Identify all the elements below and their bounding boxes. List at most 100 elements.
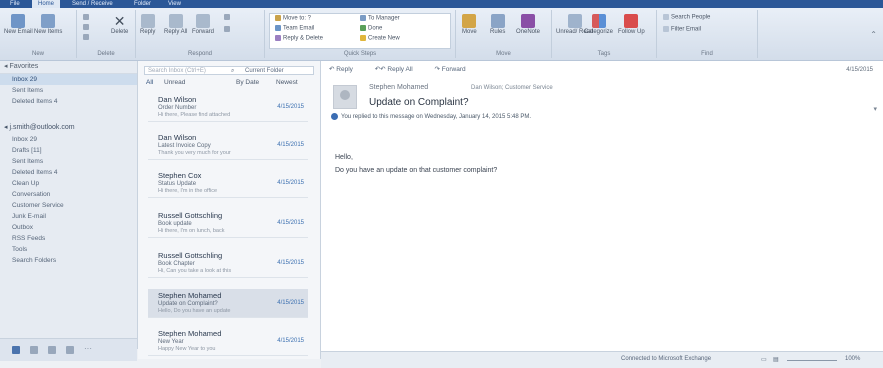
reply-info-bar[interactable]: You replied to this message on Wednesday… [331, 113, 881, 122]
zoom-slider[interactable] [787, 360, 837, 361]
reading-view-icon[interactable]: ▤ [773, 356, 779, 363]
search-placeholder: Search Inbox (Ctrl+E) [148, 68, 206, 74]
zoom-level[interactable]: 100% [845, 356, 860, 362]
inline-reply-button[interactable]: ↶ Reply [329, 66, 363, 73]
message-item[interactable]: Dan Wilson Latest Invoice Copy Thank you… [148, 131, 308, 160]
message-sender: Stephen Mohamed [158, 329, 222, 338]
inline-forward-button[interactable]: ↷ Forward [435, 66, 476, 73]
message-item[interactable]: Dan Wilson Order Number Hi there, Please… [148, 93, 308, 122]
message-preview: Hello, Do you have an update [158, 308, 231, 314]
mail-icon[interactable] [12, 346, 20, 354]
reply-all-button[interactable]: Reply All [164, 14, 187, 35]
ribbon-tab-bar: File Home Send / Receive Folder View [0, 0, 883, 8]
favorite-inbox[interactable]: Inbox 29 [0, 74, 137, 85]
folder-drafts[interactable]: Drafts [11] [0, 145, 137, 156]
ribbon-group-new: New Email New Items New [0, 10, 77, 58]
folder-customer-service[interactable]: Customer Service [0, 200, 137, 211]
message-to[interactable]: Dan Wilson; Customer Service [471, 85, 553, 91]
envelope-icon [567, 14, 582, 28]
folder-inbox[interactable]: Inbox 29 [0, 134, 137, 145]
favorites-header[interactable]: ◂ Favorites [0, 61, 137, 74]
message-body-greeting: Hello, [335, 154, 353, 161]
collapse-ribbon-icon[interactable]: ⌃ [870, 30, 877, 39]
sort-by-dropdown[interactable]: By Date [236, 79, 259, 86]
categorize-button[interactable]: Categorize [584, 14, 613, 35]
more-respond-button[interactable] [224, 26, 232, 33]
message-item[interactable]: Russell Gottschling Book Chapter Hi, Can… [148, 249, 308, 278]
message-subject: Order Number [158, 105, 197, 111]
message-preview: Hi, Can you take a look at this [158, 268, 232, 274]
tab-view[interactable]: View [162, 0, 187, 8]
inline-reply-all-button[interactable]: ↶↶ Reply All [375, 66, 423, 73]
search-input[interactable]: Search Inbox (Ctrl+E) ⌕ Current Folder [144, 66, 314, 75]
ignore-button[interactable] [83, 14, 91, 21]
folder-clean-up[interactable]: Clean Up [0, 178, 137, 189]
list-filter-bar: All Unread By Date Newest [144, 79, 314, 89]
new-items-button[interactable]: New Items [34, 14, 62, 35]
folder-tools[interactable]: Tools [0, 244, 137, 255]
folder-deleted-items[interactable]: Deleted Items 4 [0, 167, 137, 178]
folder-outbox[interactable]: Outbox [0, 222, 137, 233]
quick-step-create-new[interactable]: Create New [360, 35, 400, 42]
favorite-sent-items[interactable]: Sent Items [0, 85, 137, 96]
tab-send-receive[interactable]: Send / Receive [66, 0, 119, 8]
search-scope-dropdown[interactable]: Current Folder [245, 67, 284, 76]
favorite-deleted-items[interactable]: Deleted Items 4 [0, 96, 137, 107]
favorites-label: Favorites [9, 63, 39, 70]
reply-button[interactable]: Reply [140, 14, 155, 35]
onenote-icon [521, 14, 535, 28]
message-from[interactable]: Stephen Mohamed [369, 84, 428, 91]
tab-home[interactable]: Home [32, 0, 61, 8]
onenote-button[interactable]: OneNote [516, 14, 540, 35]
tab-file[interactable]: File [4, 0, 26, 8]
new-email-button[interactable]: New Email [4, 14, 33, 35]
folder-junk[interactable]: Junk E-mail [0, 211, 137, 222]
tab-folder[interactable]: Folder [128, 0, 157, 8]
quick-step-done[interactable]: Done [360, 25, 382, 32]
lightning-icon [360, 35, 366, 41]
quick-step-team-email[interactable]: Team Email [275, 25, 314, 32]
group-label-move: Move [496, 51, 511, 57]
search-icon[interactable]: ⌕ [231, 67, 234, 76]
message-body-text: Do you have an update on that customer c… [335, 167, 498, 174]
message-date: 4/15/2015 [277, 142, 304, 148]
sort-order-dropdown[interactable]: Newest [276, 79, 298, 86]
message-item[interactable]: Stephen Cox Status Update Hi there, I'm … [148, 169, 308, 198]
filter-email-button[interactable]: Filter Email [663, 26, 701, 33]
message-item[interactable]: Russell Gottschling Book update Hi there… [148, 209, 308, 238]
reply-all-label: Reply All [164, 29, 188, 35]
filter-unread-tab[interactable]: Unread [164, 79, 185, 86]
collapse-header-icon[interactable]: ▾ [873, 105, 877, 113]
quick-step-to-manager[interactable]: To Manager [360, 15, 400, 22]
quick-step-label: Create New [368, 35, 400, 42]
reading-pane: ↶ Reply ↶↶ Reply All ↷ Forward 4/15/2015… [321, 61, 883, 351]
more-modules-icon[interactable]: ··· [84, 344, 92, 353]
message-item-selected[interactable]: Stephen Mohamed Update on Complaint? Hel… [148, 289, 308, 318]
tasks-icon[interactable] [66, 346, 74, 354]
search-people-field[interactable]: Search People [663, 14, 710, 21]
folder-conversation[interactable]: Conversation [0, 189, 137, 200]
filter-all-tab[interactable]: All [146, 79, 153, 86]
folder-search-folders[interactable]: Search Folders [0, 255, 137, 266]
forward-button[interactable]: Forward [192, 14, 214, 35]
ribbon-group-quick-steps: Move to: ? Team Email Reply & Delete To … [265, 10, 456, 58]
checkmark-icon [360, 25, 366, 31]
folder-sent-items[interactable]: Sent Items [0, 156, 137, 167]
rules-button[interactable]: Rules [490, 14, 505, 35]
delete-button[interactable]: ✕ Delete [111, 14, 128, 35]
folder-rss[interactable]: RSS Feeds [0, 233, 137, 244]
calendar-icon[interactable] [30, 346, 38, 354]
account-header[interactable]: ◂ j.smith@outlook.com [0, 121, 137, 134]
meeting-button[interactable] [224, 14, 232, 21]
follow-up-button[interactable]: Follow Up [618, 14, 645, 35]
normal-view-icon[interactable]: ▭ [761, 356, 767, 363]
move-button[interactable]: Move [462, 14, 477, 35]
junk-button[interactable] [83, 34, 91, 41]
move-folder-icon [462, 14, 477, 28]
message-item[interactable]: Stephen Mohamed New Year Happy New Year … [148, 327, 308, 356]
clean-up-button[interactable] [83, 24, 91, 31]
quick-step-move-to[interactable]: Move to: ? [275, 15, 311, 22]
quick-step-reply-delete[interactable]: Reply & Delete [275, 35, 323, 42]
people-nav-icon[interactable] [48, 346, 56, 354]
email-icon [275, 25, 281, 31]
